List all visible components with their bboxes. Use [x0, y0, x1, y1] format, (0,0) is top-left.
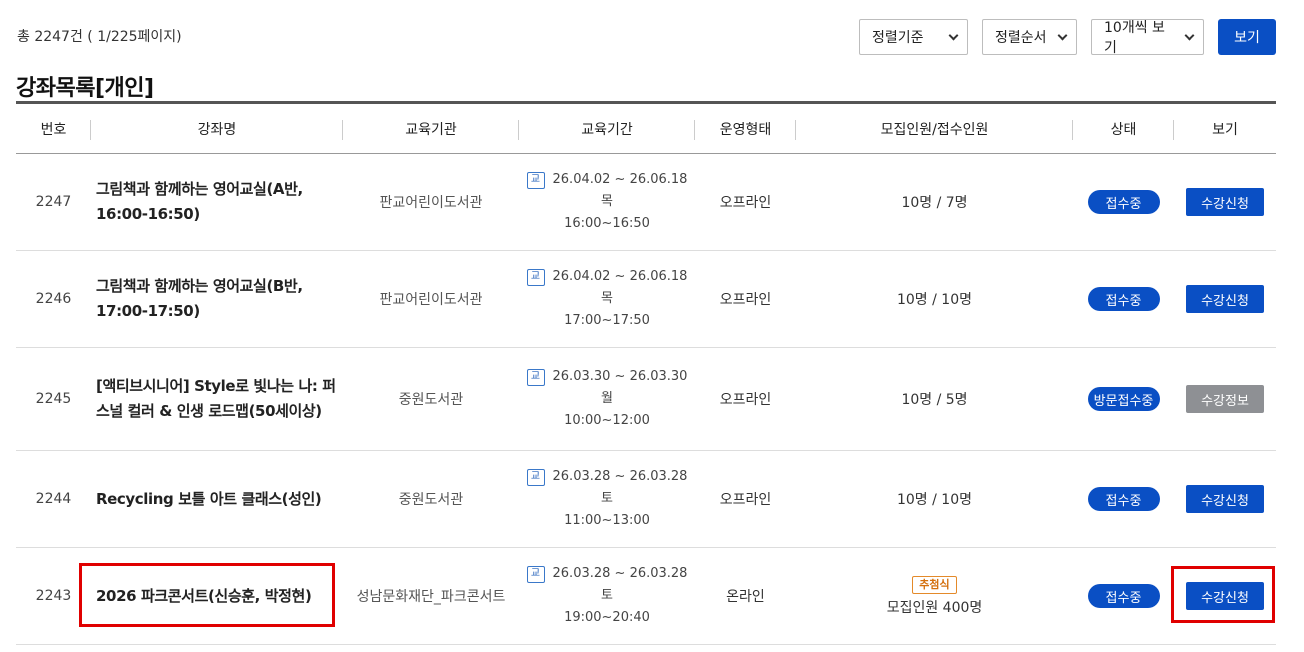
header-period: 교육기간: [519, 104, 695, 153]
row-period: 교 26.03.28 ~ 26.03.28 토 11:00~13:00: [519, 451, 695, 547]
view-button[interactable]: 보기: [1218, 19, 1276, 55]
header-no: 번호: [16, 104, 91, 153]
row-type: 오프라인: [719, 392, 772, 408]
row-org: 판교어린이도서관: [379, 292, 483, 308]
row-org: 중원도서관: [398, 492, 464, 508]
apply-button[interactable]: 수강신청: [1186, 485, 1264, 513]
status-badge: 방문접수중: [1087, 387, 1160, 411]
row-capacity: 10명 / 5명: [901, 392, 968, 408]
row-capacity: 10명 / 10명: [896, 292, 972, 308]
chevron-down-icon: [1057, 30, 1068, 40]
total-count: 총 2247건 ( 1/225페이지): [17, 29, 182, 45]
list-controls: 정렬기준 정렬순서 10개씩 보기 보기: [859, 19, 1276, 56]
row-action-cell: 수강신청: [1174, 154, 1276, 250]
table-header: 번호 강좌명 교육기관 교육기간 운영형태 모집인원/접수인원 상태 보기: [16, 104, 1276, 154]
row-status-cell: 접수중: [1073, 451, 1174, 547]
row-period: 교 26.03.28 ~ 26.03.28 토 19:00~20:40: [519, 548, 695, 644]
edu-period-icon: 교: [526, 268, 545, 286]
row-action-cell: 수강신청: [1174, 451, 1276, 547]
time-range: 16:00~16:50: [564, 216, 650, 231]
edu-period-icon: 교: [526, 368, 545, 386]
per-page-value: 10개씩 보기: [1104, 20, 1165, 56]
row-action-cell: 수강신청: [1174, 251, 1276, 347]
chevron-down-icon: [948, 30, 959, 40]
header-status: 상태: [1073, 104, 1174, 153]
row-period: 교 26.04.02 ~ 26.06.18 목 16:00~16:50: [519, 154, 695, 250]
header-view: 보기: [1212, 121, 1238, 138]
table-row: 2247 그림책과 함께하는 영어교실(A반, 16:00-16:50) 판교어…: [16, 154, 1276, 251]
row-org: 성남문화재단_파크콘서트: [356, 589, 506, 605]
course-info-button[interactable]: 수강정보: [1186, 385, 1264, 413]
weekday: 목: [601, 194, 613, 209]
row-action-cell: 수강정보: [1174, 348, 1276, 450]
row-status-cell: 접수중: [1073, 251, 1174, 347]
header-name: 강좌명: [91, 104, 343, 153]
table-row: 2244 Recycling 보틀 아트 클래스(성인) 중원도서관 교 26.0…: [16, 451, 1276, 548]
row-capacity: 10명 / 7명: [901, 195, 968, 211]
date-range: 26.03.28 ~ 26.03.28: [552, 469, 688, 484]
per-page-select[interactable]: 10개씩 보기: [1091, 19, 1204, 56]
row-type: 오프라인: [719, 492, 772, 508]
sort-key-select[interactable]: 정렬기준: [859, 19, 968, 55]
sort-key-value: 정렬기준: [872, 30, 924, 46]
status-badge: 접수중: [1087, 287, 1160, 311]
row-org: 중원도서관: [398, 392, 464, 408]
row-period: 교 26.04.02 ~ 26.06.18 목 17:00~17:50: [519, 251, 695, 347]
row-no: 2246: [35, 291, 72, 307]
header-capacity: 모집인원/접수인원: [796, 104, 1073, 153]
row-status-cell: 방문접수중: [1073, 348, 1174, 450]
row-capacity-cell: 추첨식 모집인원 400명: [796, 548, 1073, 644]
header-type: 운영형태: [695, 104, 796, 153]
weekday: 토: [601, 491, 613, 506]
row-org: 판교어린이도서관: [379, 195, 483, 211]
date-range: 26.03.28 ~ 26.03.28: [552, 566, 688, 581]
header-org: 교육기관: [343, 104, 519, 153]
edu-period-icon: 교: [526, 468, 545, 486]
weekday: 월: [601, 391, 613, 406]
apply-button[interactable]: 수강신청: [1186, 188, 1264, 216]
row-type: 온라인: [726, 589, 765, 605]
row-no: 2247: [35, 194, 72, 210]
page-title: 강좌목록[개인]: [16, 76, 154, 101]
date-range: 26.03.30 ~ 26.03.30: [552, 369, 688, 384]
highlight-box-apply-button: [1171, 566, 1275, 623]
course-name-link[interactable]: [액티브시니어] Style로 빛나는 나: 퍼스널 컬러 & 인생 로드맵(5…: [91, 348, 343, 450]
chevron-down-icon: [1184, 30, 1195, 40]
sort-order-select[interactable]: 정렬순서: [982, 19, 1077, 55]
date-range: 26.04.02 ~ 26.06.18: [552, 172, 688, 187]
date-range: 26.04.02 ~ 26.06.18: [552, 269, 688, 284]
time-range: 11:00~13:00: [564, 513, 650, 528]
weekday: 목: [601, 291, 613, 306]
time-range: 10:00~12:00: [564, 413, 650, 428]
highlight-box-course-name: [79, 563, 335, 627]
course-name-link[interactable]: 그림책과 함께하는 영어교실(A반, 16:00-16:50): [91, 154, 343, 250]
row-status-cell: 접수중: [1073, 548, 1174, 644]
row-capacity: 10명 / 10명: [896, 492, 972, 508]
row-capacity: 모집인원 400명: [886, 599, 983, 616]
lottery-badge: 추첨식: [912, 575, 957, 594]
status-badge: 접수중: [1087, 190, 1160, 214]
row-no: 2245: [35, 391, 72, 407]
time-range: 17:00~17:50: [564, 313, 650, 328]
course-name-link[interactable]: Recycling 보틀 아트 클래스(성인): [91, 451, 343, 547]
row-type: 오프라인: [719, 195, 772, 211]
course-name-link[interactable]: 그림책과 함께하는 영어교실(B반, 17:00-17:50): [91, 251, 343, 347]
row-status-cell: 접수중: [1073, 154, 1174, 250]
sort-order-value: 정렬순서: [995, 30, 1047, 46]
status-badge: 접수중: [1087, 584, 1160, 608]
status-badge: 접수중: [1087, 487, 1160, 511]
row-period: 교 26.03.30 ~ 26.03.30 월 10:00~12:00: [519, 348, 695, 450]
edu-period-icon: 교: [526, 171, 545, 189]
row-type: 오프라인: [719, 292, 772, 308]
weekday: 토: [601, 588, 613, 603]
table-row: 2246 그림책과 함께하는 영어교실(B반, 17:00-17:50) 판교어…: [16, 251, 1276, 348]
edu-period-icon: 교: [526, 565, 545, 583]
row-no: 2244: [35, 491, 72, 507]
table-row: 2245 [액티브시니어] Style로 빛나는 나: 퍼스널 컬러 & 인생 …: [16, 348, 1276, 451]
apply-button[interactable]: 수강신청: [1186, 285, 1264, 313]
time-range: 19:00~20:40: [564, 610, 650, 625]
